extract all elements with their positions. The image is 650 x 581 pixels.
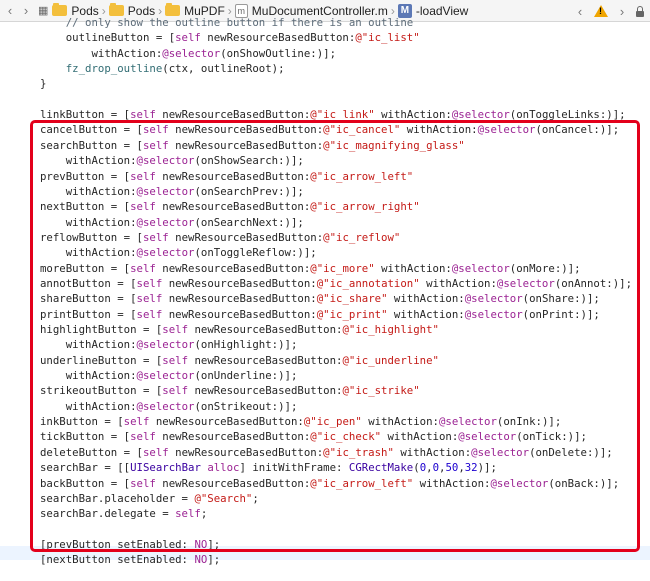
breadcrumb-label: -loadView: [415, 3, 469, 18]
code-line: withAction:@selector(onShowOutline:)];: [40, 46, 337, 60]
forward-arrow-icon[interactable]: ›: [18, 3, 34, 18]
code-line: }: [40, 77, 47, 91]
previous-issue-icon[interactable]: ‹: [572, 4, 588, 19]
code-editor[interactable]: // only show the outline button if there…: [0, 16, 650, 581]
next-issue-icon[interactable]: ›: [614, 4, 630, 19]
code-line: outlineButton = [self newResourceBasedBu…: [40, 31, 420, 45]
warning-glyph: !: [599, 6, 602, 16]
warning-icon[interactable]: !: [594, 5, 608, 17]
red-annotation-box: [30, 120, 640, 552]
code-line: fz_drop_outline(ctx, outlineRoot);: [65, 62, 285, 76]
code-line: [nextButton setEnabled: NO];: [40, 553, 221, 567]
code-line: // only show the outline button if there…: [40, 16, 414, 29]
jumpbar-right-tools: ‹ ! ›: [572, 0, 644, 22]
back-arrow-icon[interactable]: ‹: [2, 3, 18, 18]
lock-icon[interactable]: [636, 6, 644, 17]
